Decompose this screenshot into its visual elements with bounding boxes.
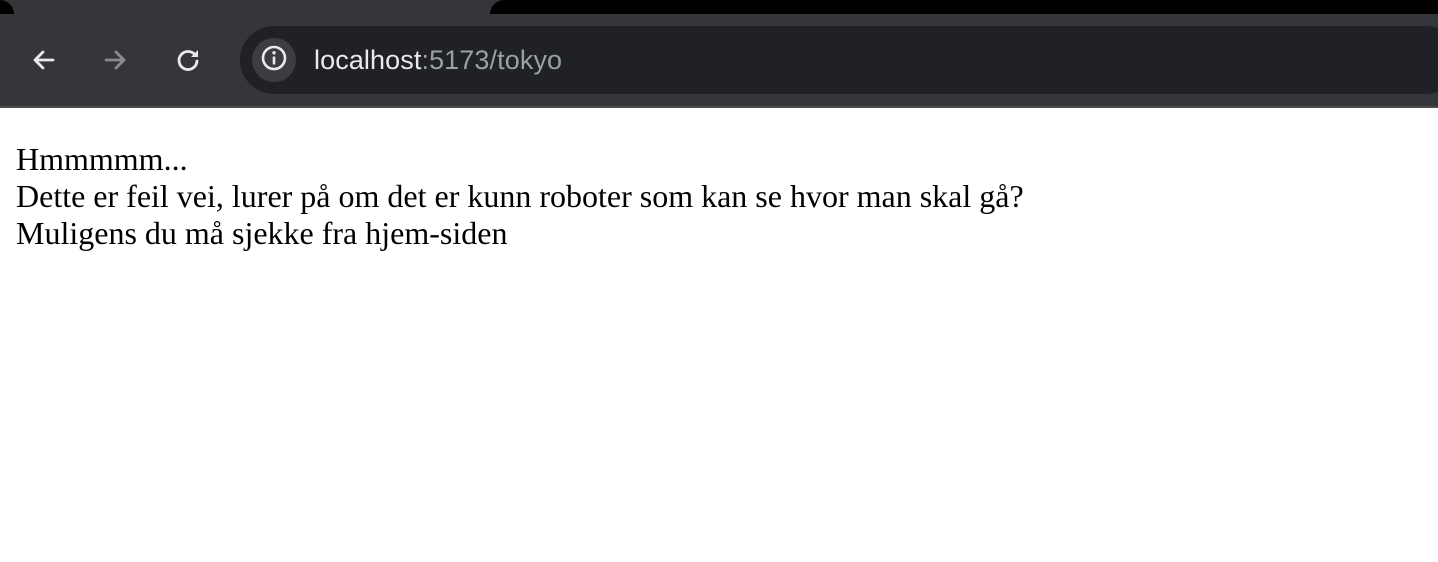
back-button[interactable] <box>26 42 62 78</box>
url-host: localhost <box>314 45 422 75</box>
reload-icon <box>174 46 202 74</box>
message-line-1: Hmmmmm... <box>16 141 188 177</box>
arrow-right-icon <box>101 46 129 74</box>
reload-button[interactable] <box>170 42 206 78</box>
page-content: Hmmmmm... Dette er feil vei, lurer på om… <box>0 108 1438 562</box>
url-text[interactable]: localhost:5173/tokyo <box>314 26 562 94</box>
address-bar[interactable]: localhost:5173/tokyo <box>240 26 1438 94</box>
browser-toolbar: localhost:5173/tokyo <box>0 14 1438 106</box>
forward-button[interactable] <box>97 42 133 78</box>
arrow-left-icon <box>30 46 58 74</box>
url-path: :5173/tokyo <box>421 45 563 75</box>
active-tab[interactable] <box>0 0 508 14</box>
message-line-2: Dette er feil vei, lurer på om det er ku… <box>16 178 1024 214</box>
site-info-button[interactable] <box>252 38 296 82</box>
message-line-3: Muligens du må sjekke fra hjem-siden <box>16 215 508 251</box>
message-block: Hmmmmm... Dette er feil vei, lurer på om… <box>16 141 1024 252</box>
info-icon <box>260 44 288 77</box>
browser-chrome: localhost:5173/tokyo <box>0 0 1438 108</box>
tab-strip <box>0 0 1438 14</box>
